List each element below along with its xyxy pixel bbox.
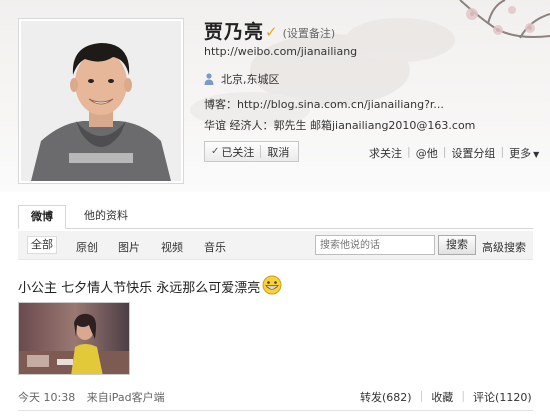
ask-follow-link[interactable]: 求关注 <box>369 145 402 161</box>
check-icon: ✓ <box>211 146 220 157</box>
feed-search-input[interactable] <box>315 235 435 255</box>
more-label: 更多 <box>509 147 532 160</box>
filter-videos[interactable]: 视频 <box>161 239 183 255</box>
set-group-link[interactable]: 设置分组 <box>451 145 495 161</box>
tab-profile-info[interactable]: 他的资料 <box>76 205 136 229</box>
filter-original[interactable]: 原创 <box>76 239 98 255</box>
location-text: 北京,东城区 <box>221 73 280 86</box>
mention-link[interactable]: @他 <box>416 145 438 161</box>
filter-all[interactable]: 全部 <box>27 236 57 254</box>
divider: | <box>407 145 411 158</box>
profile-tabs: 微博 他的资料 <box>18 205 533 229</box>
profile-name-row: 贾乃亮 ✓ (设置备注) <box>204 17 335 44</box>
repost-link[interactable]: 转发(682) <box>360 389 412 405</box>
post-photo <box>19 303 129 374</box>
avatar-image <box>21 21 181 181</box>
location-person-icon <box>204 73 214 85</box>
button-divider <box>260 145 262 158</box>
profile-name: 贾乃亮 <box>204 21 265 43</box>
set-remark-link[interactable]: (设置备注) <box>283 25 336 41</box>
feed-filter-bar: 全部 原创 图片 视频 音乐 搜索 高级搜索 <box>18 231 533 260</box>
post-divider <box>18 410 533 411</box>
follow-status-button[interactable]: ✓ 已关注 取消 <box>204 141 299 162</box>
filter-pictures[interactable]: 图片 <box>118 239 140 255</box>
profile-actions: 求关注 | @他 | 设置分组 | 更多 ▼ <box>369 145 539 161</box>
post-text: 小公主 七夕情人节快乐 永远那么可爱漂亮 <box>18 281 261 296</box>
divider: | <box>461 389 466 402</box>
profile-agent: 华谊 经济人：郭先生 邮箱jianailiang2010@163.com <box>204 119 476 132</box>
followed-label: 已关注 <box>221 145 255 159</box>
verified-icon: ✓ <box>265 22 278 41</box>
divider: | <box>442 145 447 158</box>
profile-avatar[interactable] <box>18 18 184 184</box>
chevron-down-icon: ▼ <box>533 150 540 159</box>
post-image-thumbnail[interactable] <box>18 302 130 375</box>
post-time[interactable]: 今天 10:38 <box>18 391 75 404</box>
more-menu[interactable]: 更多 ▼ <box>509 145 539 161</box>
post-meta: 今天 10:38 来自iPad客户端 <box>18 389 165 405</box>
post-source[interactable]: 来自iPad客户端 <box>87 391 165 404</box>
profile-location: 北京,东城区 <box>204 71 280 87</box>
advanced-search-link[interactable]: 高级搜索 <box>482 239 526 255</box>
unfollow-button[interactable]: 取消 <box>267 144 289 160</box>
filter-music[interactable]: 音乐 <box>204 239 226 255</box>
divider: | <box>419 389 424 402</box>
favorite-link[interactable]: 收藏 <box>431 389 453 405</box>
tab-weibo[interactable]: 微博 <box>18 205 66 229</box>
profile-url[interactable]: http://weibo.com/jianailiang <box>204 45 357 58</box>
post-content: 小公主 七夕情人节快乐 永远那么可爱漂亮 <box>18 275 282 296</box>
search-button[interactable]: 搜索 <box>438 235 476 255</box>
profile-blog[interactable]: 博客：http://blog.sina.com.cn/jianailiang?r… <box>204 96 444 112</box>
post-actions: 转发(682) | 收藏 | 评论(1120) <box>360 389 532 405</box>
grin-emoticon-icon <box>262 275 282 295</box>
comment-link[interactable]: 评论(1120) <box>473 389 532 405</box>
divider: | <box>500 145 505 158</box>
